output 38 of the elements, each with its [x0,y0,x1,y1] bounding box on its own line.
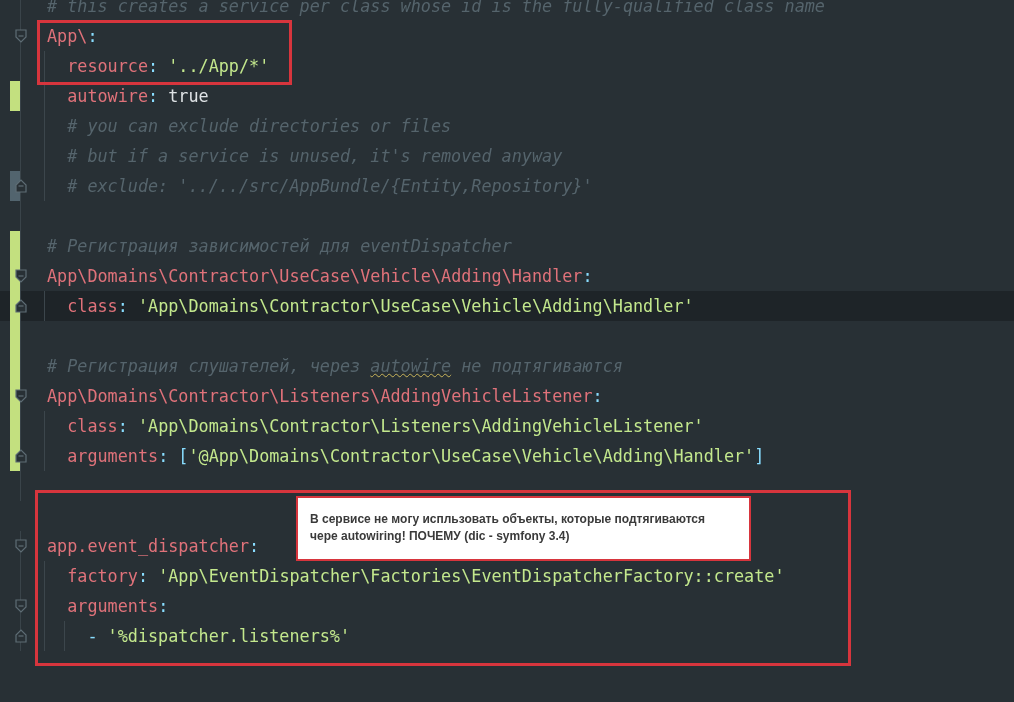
yaml-key: app.event_dispatcher [47,536,250,556]
yaml-key: App\Domains\Contractor\UseCase\Vehicle\Adding\Handler [47,266,583,286]
yaml-key: class [67,416,118,436]
yaml-key: class [67,296,118,316]
punctuation: : [582,266,593,286]
punctuation: : [137,566,150,586]
string-value: '%dispatcher.listeners%' [107,626,351,646]
punctuation: : [87,26,98,46]
fold-collapse-icon[interactable] [15,389,27,403]
punctuation: : [592,386,603,406]
punctuation: : [249,536,260,556]
punctuation: - [87,626,99,646]
punctuation: : [117,296,129,316]
fold-end-icon[interactable] [15,449,27,463]
yaml-key: App\Domains\Contractor\Listeners\AddingVehicleListener [47,386,593,406]
punctuation: ] [754,446,765,466]
yaml-key: arguments [67,596,159,616]
callout-note: В сервисе не могу испльзовать объекты, которые подтягиваются чере autowiring! ПОЧЕМУ (dic - symfony 3.4) [296,496,751,561]
boolean-value: true [168,86,209,106]
punctuation: : [148,56,160,76]
string-value: '@App\Domains\Contractor\UseCase\Vehicle\Adding\Handler' [188,446,755,466]
yaml-key: autowire [67,86,148,106]
yaml-key: factory [67,566,138,586]
punctuation: : [ [158,446,189,466]
fold-end-icon[interactable] [15,299,27,313]
string-value: 'App\EventDispatcher\Factories\EventDispatcherFactory::create' [158,566,785,586]
yaml-key: App\ [47,26,88,46]
string-value: '../App/*' [168,56,270,76]
punctuation: : [117,416,129,436]
string-value: 'App\Domains\Contractor\Listeners\AddingVehicleListener' [137,416,704,436]
change-marker[interactable] [10,231,20,261]
yaml-key: arguments [67,446,159,466]
fold-collapse-icon[interactable] [15,269,27,283]
punctuation: : [158,596,169,616]
yaml-key: resource [67,56,148,76]
punctuation: : [148,86,160,106]
change-marker[interactable] [10,81,20,111]
string-value: 'App\Domains\Contractor\UseCase\Vehicle\Adding\Handler' [137,296,694,316]
